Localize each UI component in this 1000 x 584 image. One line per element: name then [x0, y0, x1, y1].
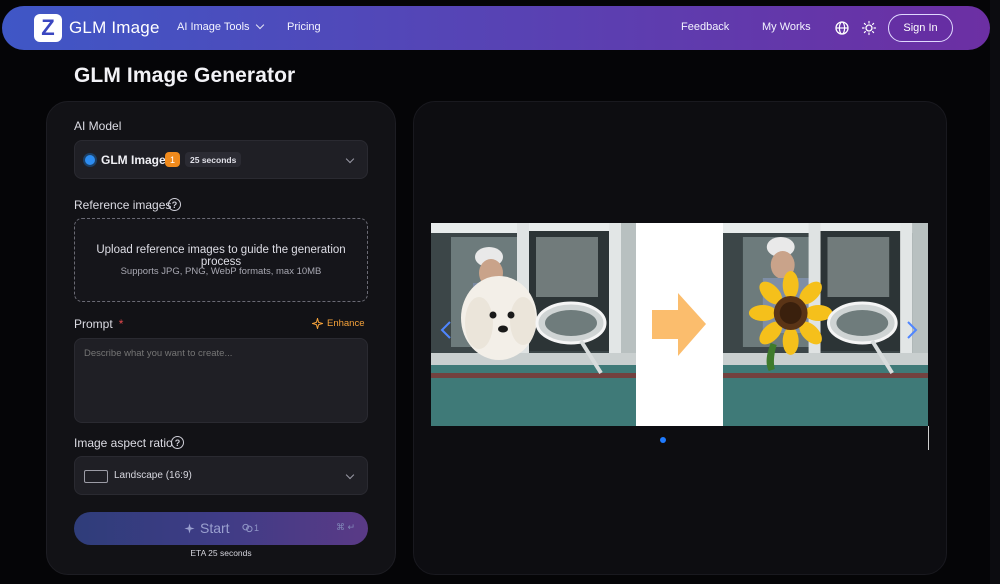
transform-divider — [636, 223, 723, 426]
eta-text: ETA 25 seconds — [190, 548, 252, 558]
enhance-button[interactable]: Enhance — [312, 318, 365, 329]
globe-icon[interactable] — [834, 20, 850, 36]
upload-instructions: Upload reference images to guide the gen… — [96, 244, 346, 268]
nav-my-works[interactable]: My Works — [762, 21, 811, 33]
divider-line — [928, 426, 929, 450]
brand-logo[interactable]: Z GLM Image — [34, 14, 160, 42]
sparkle-icon — [184, 523, 195, 534]
chevron-down-icon — [345, 154, 355, 164]
start-button-label: Start — [200, 520, 230, 536]
carousel-next-icon[interactable] — [906, 320, 918, 340]
carousel-prev-icon[interactable] — [440, 320, 452, 340]
brand-name: GLM Image — [69, 18, 160, 37]
nav-feedback[interactable]: Feedback — [681, 21, 729, 33]
model-credit-badge: 1 — [165, 152, 180, 167]
aspect-ratio-label: Image aspect ratio — [74, 436, 173, 450]
model-name: GLM Image — [101, 153, 166, 167]
page-edge — [990, 0, 1000, 584]
top-nav-bar: Z GLM Image AI Image Tools Pricing Feedb… — [2, 6, 990, 50]
carousel-dot-active[interactable] — [660, 437, 666, 443]
help-icon[interactable]: ? — [171, 436, 184, 449]
nav-ai-image-tools-label: AI Image Tools — [177, 21, 250, 33]
enhance-label: Enhance — [327, 318, 365, 329]
reference-upload-dropzone[interactable]: Upload reference images to guide the gen… — [74, 218, 368, 302]
example-carousel — [431, 223, 929, 426]
nav-pricing[interactable]: Pricing — [287, 21, 321, 33]
page-title: GLM Image Generator — [74, 64, 296, 87]
keyboard-shortcut-hint: ⌘ ↵ — [336, 522, 356, 532]
model-status-dot-icon — [85, 155, 95, 165]
chevron-down-icon — [255, 20, 264, 30]
aspect-ratio-select[interactable]: Landscape (16:9) — [74, 456, 368, 495]
ai-model-select[interactable]: GLM Image 1 25 seconds — [74, 140, 368, 179]
prompt-input[interactable] — [74, 338, 368, 423]
sign-in-button[interactable]: Sign In — [888, 14, 953, 42]
ai-model-label: AI Model — [74, 119, 122, 133]
nav-ai-image-tools[interactable]: AI Image Tools — [177, 20, 264, 33]
required-marker: * — [118, 317, 124, 331]
model-eta-badge: 25 seconds — [185, 152, 242, 167]
credits-indicator: 1 — [242, 523, 259, 533]
example-output-image — [723, 223, 928, 426]
aspect-ratio-value: Landscape (16:9) — [114, 470, 192, 481]
upload-format-hint: Supports JPG, PNG, WebP formats, max 10M… — [120, 266, 322, 277]
example-input-image — [431, 223, 636, 426]
reference-images-label: Reference images — [74, 198, 172, 212]
arrow-right-icon — [652, 293, 706, 356]
chevron-down-icon — [345, 470, 355, 480]
sparkle-icon — [312, 318, 323, 329]
coins-icon — [242, 523, 253, 533]
help-icon[interactable]: ? — [168, 198, 181, 211]
credits-value: 1 — [254, 523, 260, 533]
landscape-ratio-icon — [84, 470, 108, 483]
prompt-label-text: Prompt — [74, 317, 113, 331]
sun-icon[interactable] — [861, 20, 877, 36]
prompt-label: Prompt * — [74, 317, 123, 331]
logo-z-icon: Z — [34, 14, 62, 42]
